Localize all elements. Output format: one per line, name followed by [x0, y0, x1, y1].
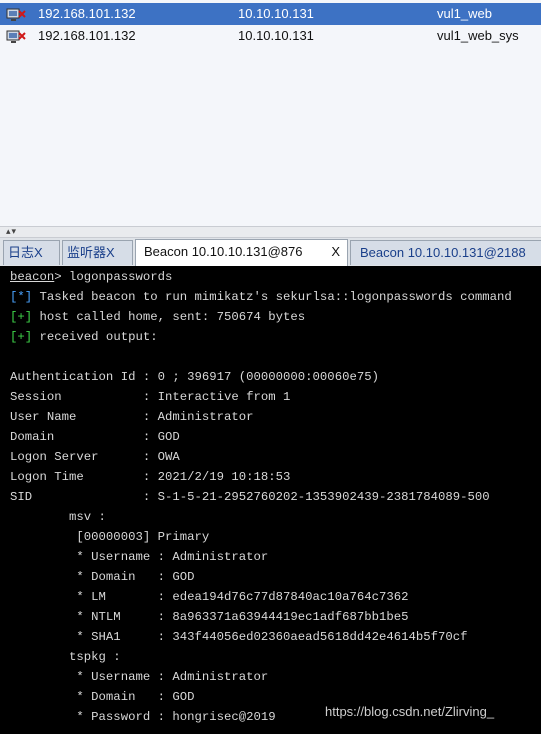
prompt-name: beacon [10, 270, 55, 284]
console-line: Domain : GOD [10, 430, 180, 444]
collapse-arrows-icon[interactable]: ▴▾ [6, 226, 17, 237]
console-line: * Username : Administrator [10, 670, 269, 684]
output-tag: [+] [10, 330, 33, 344]
tab-label: Beacon 10.10.10.131@2188 [360, 245, 526, 260]
computer-icon [6, 7, 26, 21]
external-ip: 192.168.101.132 [38, 28, 136, 43]
watermark: https://blog.csdn.net/Zlirving_ [325, 704, 495, 719]
tab-listeners[interactable]: 监听器X [62, 240, 133, 265]
console-line: * Username : Administrator [10, 550, 269, 564]
internal-ip: 10.10.10.131 [238, 28, 314, 43]
console-line: SID : S-1-5-21-2952760202-1353902439-238… [10, 490, 490, 504]
external-ip: 192.168.101.132 [38, 6, 136, 21]
output-text: received output: [32, 330, 158, 344]
listener-name: vul1_web [437, 6, 492, 21]
console-line: * NTLM : 8a963371a63944419ec1adf687bb1be… [10, 610, 409, 624]
session-table: 192.168.101.132 10.10.10.131 vul1_web 19… [0, 0, 541, 226]
console-line: Session : Interactive from 1 [10, 390, 291, 404]
console-line: Logon Server : OWA [10, 450, 180, 464]
console-line: * Domain : GOD [10, 570, 195, 584]
session-row[interactable]: 192.168.101.132 10.10.10.131 vul1_web [0, 3, 541, 25]
prompt-line: beacon> logonpasswords [10, 267, 172, 287]
tab-event-log[interactable]: 日志X [3, 240, 60, 265]
tab-label: Beacon 10.10.10.131@876 [144, 244, 303, 259]
console-line: User Name : Administrator [10, 410, 254, 424]
listener-name: vul1_web_sys [437, 28, 519, 43]
console-line: Authentication Id : 0 ; 396917 (00000000… [10, 370, 379, 384]
session-row[interactable]: 192.168.101.132 10.10.10.131 vul1_web_sy… [0, 25, 541, 47]
console-line: * Domain : GOD [10, 690, 195, 704]
tab-close-button[interactable]: X [331, 240, 340, 264]
checkin-line: [+] host called home, sent: 750674 bytes [10, 307, 305, 327]
console-line: * SHA1 : 343f44056ed02360aead5618dd42e46… [10, 630, 468, 644]
task-text: Tasked beacon to run mimikatz's sekurlsa… [32, 290, 512, 304]
internal-ip: 10.10.10.131 [238, 6, 314, 21]
checkin-text: host called home, sent: 750674 bytes [32, 310, 306, 324]
console-line: Logon Time : 2021/2/19 10:18:53 [10, 470, 291, 484]
tab-beacon-2188[interactable]: Beacon 10.10.10.131@2188 [350, 240, 541, 265]
console-line: msv : [10, 510, 106, 524]
output-line: [+] received output: [10, 327, 158, 347]
tab-label: 日志X [8, 245, 43, 260]
split-divider[interactable]: ▴▾ [0, 226, 541, 238]
console-line: * Password : hongrisec@2019 [10, 710, 276, 724]
checkin-tag: [+] [10, 310, 33, 324]
tab-label: 监听器X [67, 245, 115, 260]
console-line: * LM : edea194d76c77d87840ac10a764c7362 [10, 590, 409, 604]
task-line: [*] Tasked beacon to run mimikatz's seku… [10, 287, 512, 307]
tab-beacon-876[interactable]: Beacon 10.10.10.131@876 X [135, 239, 348, 266]
beacon-console[interactable]: beacon> logonpasswords [*] Tasked beacon… [0, 266, 541, 734]
tab-bar: 日志X 监听器X Beacon 10.10.10.131@876 X Beaco… [0, 238, 541, 266]
prompt-command: > logonpasswords [54, 270, 173, 284]
task-tag: [*] [10, 290, 33, 304]
console-line: tspkg : [10, 650, 121, 664]
computer-icon [6, 29, 26, 43]
console-line: [00000003] Primary [10, 530, 210, 544]
